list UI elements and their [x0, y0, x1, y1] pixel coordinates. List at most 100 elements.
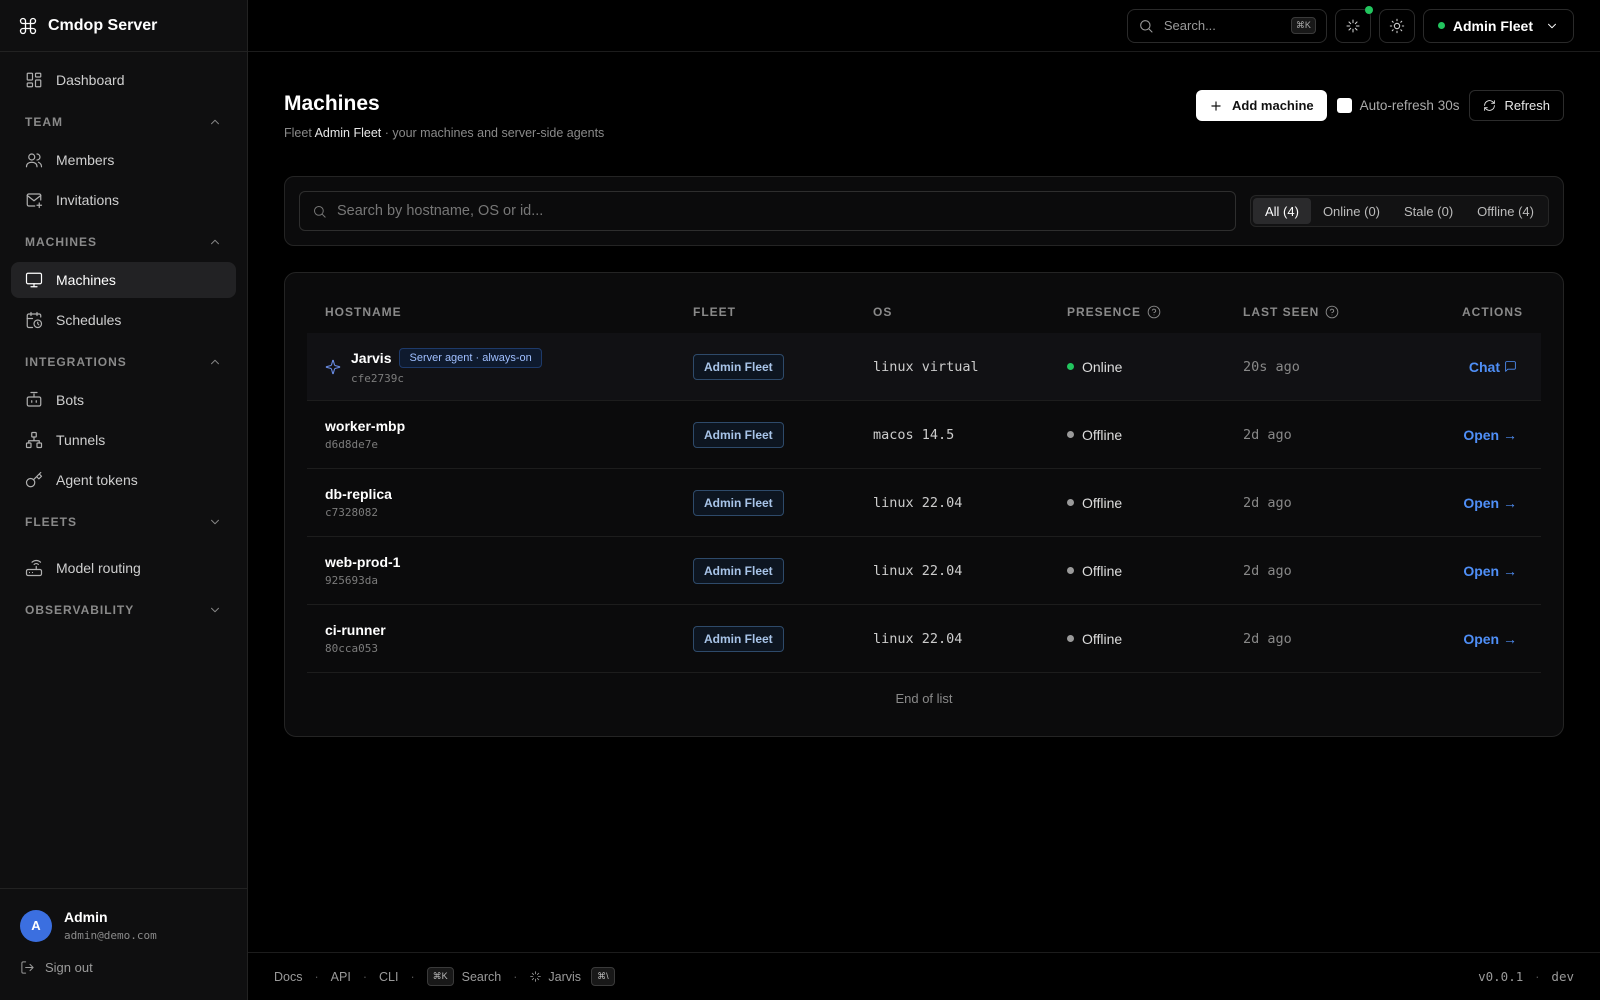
chevron-up-icon — [211, 239, 219, 245]
section-fleets[interactable]: FLEETS — [11, 502, 236, 542]
bot-icon — [26, 391, 42, 407]
table-row[interactable]: web-prod-1 925693da Admin Fleet linux 22.… — [307, 537, 1541, 605]
brand[interactable]: Cmdop Server — [0, 0, 247, 52]
table-row[interactable]: worker-mbp d6d8de7e Admin Fleet macos 14.… — [307, 401, 1541, 469]
fleet-badge[interactable]: Admin Fleet — [693, 421, 784, 448]
jarvis-button[interactable] — [1334, 5, 1373, 43]
presence-label: Offline — [1082, 562, 1123, 579]
end-of-list: End of list — [895, 691, 953, 706]
hostname[interactable]: web-prod-1 — [325, 554, 693, 570]
tab-stale[interactable]: Stale (0) — [1392, 198, 1465, 224]
calendar-clock-icon — [26, 311, 43, 329]
footer-link-cli[interactable]: CLI — [379, 970, 398, 984]
network-icon — [25, 431, 43, 449]
section-observability[interactable]: OBSERVABILITY — [11, 590, 236, 630]
mail-plus-icon — [26, 193, 43, 209]
environment: dev — [1551, 969, 1574, 984]
open-link[interactable]: Open → — [1411, 563, 1523, 579]
footer-jarvis[interactable]: Jarvis ⌘\ — [529, 967, 622, 986]
sidebar-item-dashboard[interactable]: Dashboard — [11, 62, 236, 98]
version: v0.0.1 — [1478, 969, 1524, 984]
fleet-selector[interactable]: Admin Fleet — [1422, 8, 1574, 43]
table-row[interactable]: db-replica c7328082 Admin Fleet linux 22.… — [307, 469, 1541, 537]
sidebar-item-invitations[interactable]: Invitations — [11, 182, 236, 218]
sidebar-item-model-routing[interactable]: Model routing — [11, 550, 236, 586]
hostname[interactable]: ci-runner — [325, 622, 693, 638]
separator: · — [410, 969, 415, 984]
user-row[interactable]: A Admin admin@demo.com — [20, 909, 227, 942]
presence-label: Offline — [1082, 426, 1123, 443]
hostname[interactable]: worker-mbp — [325, 418, 693, 434]
footer-link-docs[interactable]: Docs — [274, 970, 302, 984]
footer-link-api[interactable]: API — [331, 970, 351, 984]
hostname[interactable]: db-replica — [325, 486, 693, 502]
fleet-badge[interactable]: Admin Fleet — [693, 557, 784, 584]
section-label: FLEETS — [25, 515, 78, 529]
help-circle-icon[interactable] — [1325, 305, 1339, 319]
sparkles-icon — [325, 359, 341, 374]
presence-cell: Offline — [1067, 495, 1243, 511]
open-link[interactable]: Open → — [1411, 427, 1523, 443]
search-icon — [1140, 19, 1153, 33]
page-subtitle: Fleet Admin Fleet · your machines and se… — [284, 126, 604, 140]
chevron-down-icon — [1548, 23, 1556, 28]
add-machine-button[interactable]: Add machine — [1196, 90, 1327, 121]
col-os[interactable]: OS — [873, 305, 1067, 319]
auto-refresh-checkbox[interactable]: Auto-refresh 30s — [1336, 98, 1459, 113]
users-icon — [25, 153, 43, 168]
help-circle-icon[interactable] — [1147, 305, 1161, 319]
col-fleet[interactable]: FLEET — [693, 305, 873, 319]
chat-label: Chat — [1468, 358, 1500, 375]
main-content: Machines Fleet Admin Fleet · your machin… — [248, 52, 1600, 952]
machine-id: 925693da — [325, 574, 378, 587]
os-cell: linux virtual — [873, 358, 979, 375]
refresh-button[interactable]: Refresh — [1469, 90, 1564, 121]
global-search-placeholder: Search... — [1163, 18, 1216, 33]
chat-link[interactable]: Chat — [1411, 359, 1523, 375]
presence-cell: Offline — [1067, 427, 1243, 443]
offline-dot — [1067, 567, 1074, 574]
command-logo-icon — [19, 17, 37, 34]
tab-offline[interactable]: Offline (4) — [1465, 198, 1546, 224]
sidebar-item-bots[interactable]: Bots — [11, 382, 236, 418]
fleet-badge[interactable]: Admin Fleet — [693, 353, 784, 380]
table-row[interactable]: ci-runner 80cca053 Admin Fleet linux 22.0… — [307, 605, 1541, 673]
fleet-badge[interactable]: Admin Fleet — [693, 625, 784, 652]
table-header: HOSTNAME FLEET OS PRESENCE LAST SEEN ACT… — [307, 291, 1541, 333]
sidebar-item-label: Agent tokens — [56, 472, 138, 488]
tab-online[interactable]: Online (0) — [1311, 198, 1392, 224]
sign-out-button[interactable]: Sign out — [20, 960, 227, 975]
sparkle-agent-icon — [530, 971, 542, 982]
sidebar-item-label: Bots — [56, 392, 85, 408]
sidebar-item-machines[interactable]: Machines — [11, 262, 236, 298]
last-seen-cell: 20s ago — [1243, 358, 1300, 375]
section-integrations[interactable]: INTEGRATIONS — [11, 342, 236, 382]
plus-icon — [1211, 100, 1221, 111]
machine-search-input[interactable]: Search by hostname, OS or id... — [299, 191, 1236, 231]
col-presence[interactable]: PRESENCE — [1067, 305, 1243, 319]
last-seen-cell: 2d ago — [1243, 562, 1292, 579]
machine-id: c7328082 — [325, 506, 378, 519]
col-last-seen[interactable]: LAST SEEN — [1243, 305, 1411, 319]
footer-search[interactable]: ⌘K Search — [426, 967, 501, 986]
section-team[interactable]: TEAM — [11, 102, 236, 142]
table-row[interactable]: Jarvis Server agent · always-on cfe2739c … — [307, 333, 1541, 401]
sidebar-item-tunnels[interactable]: Tunnels — [11, 422, 236, 458]
separator: · — [513, 969, 518, 984]
section-machines[interactable]: MACHINES — [11, 222, 236, 262]
sidebar-item-schedules[interactable]: Schedules — [11, 302, 236, 338]
sidebar-item-members[interactable]: Members — [11, 142, 236, 178]
theme-toggle[interactable] — [1378, 8, 1415, 43]
tab-all[interactable]: All (4) — [1252, 198, 1311, 224]
global-search[interactable]: Search... ⌘K — [1126, 8, 1327, 43]
open-link[interactable]: Open → — [1411, 495, 1523, 511]
col-hostname[interactable]: HOSTNAME — [325, 305, 693, 319]
fleet-badge[interactable]: Admin Fleet — [693, 489, 784, 516]
open-link[interactable]: Open → — [1411, 631, 1523, 647]
topbar: Search... ⌘K Admin Fleet — [248, 0, 1600, 52]
app-title: Cmdop Server — [48, 16, 158, 34]
os-cell: linux 22.04 — [873, 562, 963, 579]
hostname[interactable]: Jarvis — [351, 350, 391, 366]
last-seen-cell: 2d ago — [1243, 494, 1292, 511]
sidebar-item-agent-tokens[interactable]: Agent tokens — [11, 462, 236, 498]
